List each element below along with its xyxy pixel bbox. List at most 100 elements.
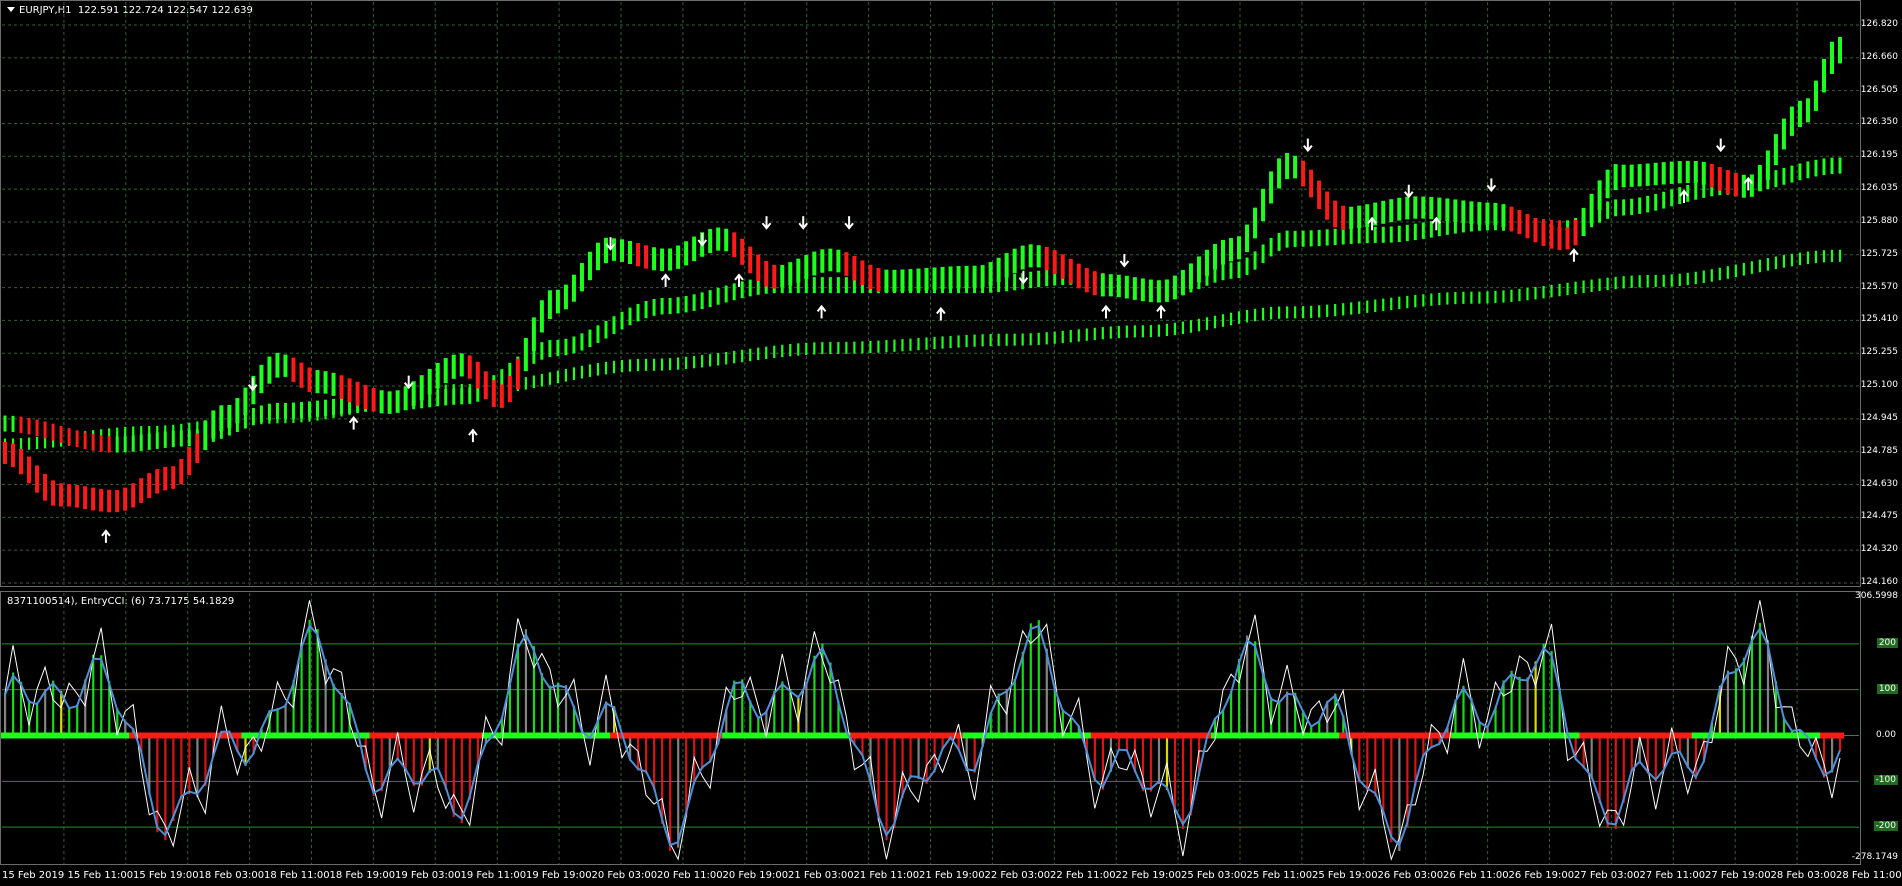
cci-trend-segment: [377, 732, 386, 739]
cci-trend-segment: [1403, 732, 1412, 739]
sell-arrow-icon: [761, 216, 772, 230]
cci-level-label: -200: [1873, 821, 1898, 832]
slow-band-bar: [1438, 292, 1441, 306]
cci-trend-segment: [417, 732, 426, 739]
fast-band-bar: [123, 487, 128, 511]
cci-trend-segment: [1755, 732, 1765, 739]
cci-trend-segment: [738, 732, 747, 739]
slow-band-bar: [532, 375, 535, 389]
fast-band-bar: [1020, 245, 1025, 270]
slow-band-bar: [1245, 309, 1249, 323]
slow-band-bar: [917, 338, 920, 351]
mid-band-bar: [316, 400, 320, 417]
cci-trend-segment: [401, 732, 410, 739]
fast-band-bar: [3, 441, 7, 464]
cci-trend-segment: [329, 732, 338, 739]
cci-histogram-bar: [172, 735, 175, 822]
fast-band-bar: [772, 264, 777, 289]
fast-band-bar: [59, 483, 64, 507]
cci-trend-segment: [185, 732, 194, 739]
slow-band-bar: [1550, 284, 1553, 298]
fast-band-bar: [1164, 279, 1169, 302]
fast-band-bar: [83, 486, 88, 509]
fast-band-bar: [1493, 202, 1498, 226]
cci-histogram-bar: [12, 672, 15, 736]
slow-band-bar: [1390, 297, 1393, 311]
cci-histogram-bar: [1029, 623, 1032, 736]
time-tick-label: 18 Feb 11:00: [264, 870, 330, 881]
fast-band-bar: [628, 240, 633, 264]
mid-band-bar: [3, 415, 7, 432]
fast-band-bar: [692, 236, 697, 262]
mid-band-bar: [1790, 165, 1794, 183]
cci-trend-segment: [561, 732, 571, 739]
sell-arrow-icon: [844, 216, 854, 230]
cci-histogram-bar: [805, 682, 808, 736]
cci-trend-segment: [1355, 732, 1364, 739]
sell-arrow-icon: [1715, 138, 1726, 153]
fast-band-bar: [964, 265, 969, 288]
cci-trend-segment: [1699, 732, 1708, 739]
cci-trend-segment: [105, 732, 114, 739]
mid-band-bar: [1662, 191, 1666, 209]
slow-band-bar: [1654, 274, 1657, 287]
cci-trend-segment: [1539, 732, 1548, 739]
cci-trend-segment: [786, 732, 795, 739]
cci-trend-segment: [1018, 732, 1027, 739]
fast-band-bar: [980, 265, 985, 288]
cci-trend-segment: [1066, 732, 1075, 739]
mid-band-bar: [307, 401, 311, 418]
sell-arrow-icon: [1303, 138, 1313, 153]
buy-arrow-icon: [101, 529, 111, 543]
cci-trend-segment: [1763, 732, 1773, 739]
fast-band-bar: [515, 358, 520, 390]
slow-band-bar: [1750, 261, 1753, 274]
slow-band-bar: [989, 333, 992, 347]
cci-histogram-bar: [1173, 735, 1177, 813]
cci-trend-segment: [1002, 732, 1011, 739]
mid-band-bar: [340, 397, 344, 415]
time-tick-label: 21 Feb 03:00: [788, 870, 854, 881]
fast-band-bar: [1044, 246, 1049, 271]
cci-trend-segment: [1659, 732, 1668, 739]
mid-band-bar: [19, 416, 23, 433]
sell-arrow-icon: [697, 232, 708, 247]
mid-band-bar: [1381, 226, 1385, 243]
fast-band-bar: [1229, 238, 1234, 262]
fast-band-bar: [395, 390, 400, 413]
fast-band-bar: [828, 248, 833, 272]
fast-band-bar: [1589, 193, 1594, 224]
fast-band-bar: [1172, 275, 1177, 300]
mid-band-bar: [1694, 182, 1698, 200]
fast-band-bar: [764, 261, 769, 287]
mid-band-bar: [676, 297, 680, 314]
fast-band-bar: [1124, 275, 1129, 299]
mid-band-bar: [836, 277, 840, 294]
slow-band-bar: [1326, 304, 1329, 317]
mid-band-bar: [67, 428, 71, 446]
cci-histogram-bar: [436, 735, 439, 770]
fast-band-bar: [1437, 197, 1442, 221]
slow-band-bar: [1638, 275, 1641, 288]
cci-histogram-bar: [653, 735, 656, 791]
slow-band-bar: [1069, 330, 1072, 343]
fast-band-bar: [1645, 163, 1650, 186]
fast-band-bar: [932, 267, 937, 290]
slow-band-bar: [1798, 252, 1802, 266]
cci-histogram-bar: [540, 673, 544, 736]
fast-band-bar: [451, 354, 456, 379]
cci-trend-segment: [553, 732, 563, 739]
slow-band-bar: [1366, 300, 1369, 313]
cci-trend-segment: [65, 732, 74, 739]
slow-band-bar: [1622, 276, 1625, 289]
fast-band-bar: [1629, 164, 1634, 187]
mid-band-bar: [123, 436, 127, 453]
fast-band-bar: [1709, 164, 1714, 188]
fast-band-bar: [1140, 278, 1145, 302]
fast-band-bar: [11, 443, 16, 468]
cci-chart-canvas: [1, 593, 1859, 864]
cci-histogram-bar: [28, 699, 31, 736]
fast-band-bar: [836, 249, 841, 273]
cci-trend-segment: [1227, 732, 1236, 739]
mid-band-bar: [620, 311, 624, 330]
